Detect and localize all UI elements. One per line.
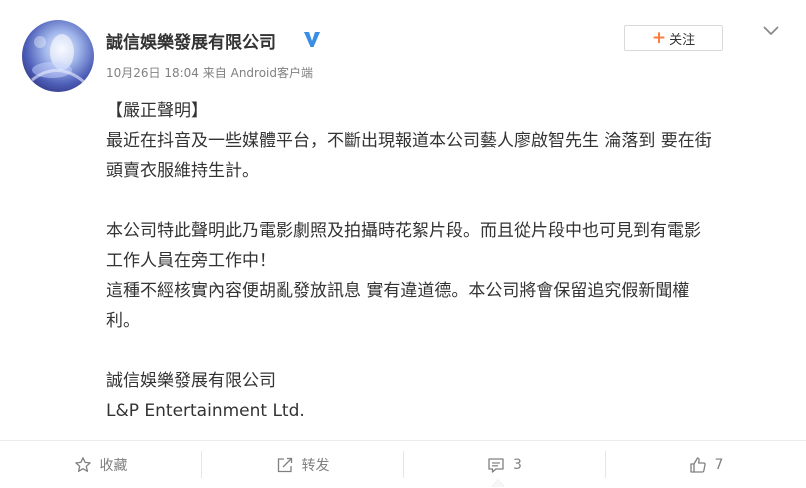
content-line: 利。 [106,311,140,331]
follow-button[interactable]: + 关注 [624,25,723,51]
like-button[interactable]: 7 [606,441,806,488]
post-content: 【嚴正聲明】 最近在抖音及一些媒體平台，不斷出現報道本公司藝人廖啟智先生 淪落到… [106,96,786,426]
content-line: 本公司特此聲明此乃電影劇照及拍攝時花絮片段。而且從片段中也可見到有電影 [106,221,701,241]
content-line: 頭賣衣服維持生計。 [106,161,259,181]
chevron-down-icon [763,26,779,35]
favorite-label: 收藏 [99,457,128,474]
signature-chinese: 誠信娛樂發展有限公司 [106,371,276,391]
content-line: 這種不經核實內容便胡亂發放訊息 實有違道德。本公司將會保留追究假新聞權 [106,281,690,301]
post-source[interactable]: Android客户端 [231,66,313,80]
avatar-image [22,20,94,92]
comment-icon [488,457,504,473]
repost-label: 转发 [301,457,330,474]
author-name[interactable]: 誠信娛樂發展有限公司 [106,28,276,53]
star-icon [74,456,91,472]
comment-expand-caret [491,479,505,487]
content-line: 工作人員在旁工作中！ [106,251,276,271]
action-bar: 收藏 转发 3 7 [0,440,806,488]
follow-label: 关注 [669,32,696,48]
more-menu-button[interactable] [760,22,782,40]
favorite-button[interactable]: 收藏 [0,441,201,488]
post-time[interactable]: 10月26日 18:04 [106,66,199,80]
repost-button[interactable]: 转发 [202,441,403,488]
like-count: 7 [714,456,724,473]
plus-icon: + [651,27,667,48]
thumbs-up-icon [689,456,706,473]
comment-count: 3 [513,456,522,473]
avatar[interactable] [22,20,94,92]
post-heading: 【嚴正聲明】 [106,101,208,121]
content-line: 最近在抖音及一些媒體平台，不斷出現報道本公司藝人廖啟智先生 淪落到 要在街 [106,131,712,151]
source-prefix: 来自 [202,66,227,80]
post-meta: 10月26日 18:04 来自 Android客户端 [106,64,313,81]
verified-icon [302,29,322,49]
signature-english: L&P Entertainment Ltd. [106,401,305,421]
share-icon [277,457,292,472]
